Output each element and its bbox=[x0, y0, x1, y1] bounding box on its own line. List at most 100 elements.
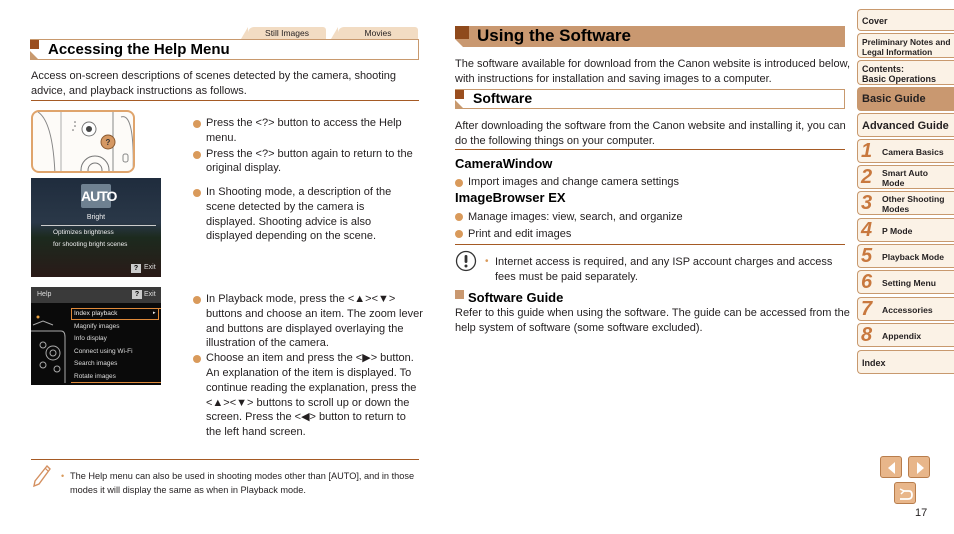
chevron-right-icon: ▸ bbox=[153, 310, 156, 316]
list-item: Choose an item and press the <▶> button.… bbox=[193, 351, 423, 440]
caution-bullet: • bbox=[485, 256, 489, 267]
nav-label: Setting Menu bbox=[882, 278, 936, 288]
nav-label: P Mode bbox=[882, 226, 913, 236]
nav-chapter-4[interactable]: 4 P Mode bbox=[857, 218, 954, 242]
return-icon bbox=[899, 488, 913, 500]
help-intro-text: Access on-screen descriptions of scenes … bbox=[31, 70, 397, 97]
nav-label: Appendix bbox=[882, 331, 922, 341]
tab-still-images: Still Images bbox=[241, 27, 326, 39]
chapter-number: 6 bbox=[861, 271, 873, 293]
nav-chapter-5[interactable]: 5 Playback Mode bbox=[857, 244, 954, 268]
bullet-icon bbox=[193, 355, 201, 364]
chapter-number: 5 bbox=[861, 245, 873, 267]
note-bullet: • bbox=[61, 471, 65, 481]
list-item: Press the <?> button again to return to … bbox=[193, 147, 425, 177]
tab-movies: Movies bbox=[331, 27, 418, 39]
software-intro-text: The software available for download from… bbox=[455, 58, 851, 85]
list-item: Import images and change camera settings bbox=[455, 175, 845, 190]
header-square-icon bbox=[455, 90, 464, 99]
header-square-icon bbox=[30, 40, 39, 49]
step-text: In Playback mode, press the <▲><▼> butto… bbox=[206, 293, 423, 350]
list-item: Manage images: view, search, and organiz… bbox=[455, 209, 845, 226]
page-number: 17 bbox=[915, 507, 928, 519]
nav-advanced-guide[interactable]: Advanced Guide bbox=[857, 113, 954, 137]
app-name-imagebrowser: ImageBrowser EX bbox=[455, 190, 566, 205]
bullet-icon bbox=[193, 296, 201, 304]
caution-text: Internet access is required, and any ISP… bbox=[495, 256, 833, 283]
bullet-icon bbox=[455, 213, 463, 221]
nav-label: Mode bbox=[882, 178, 905, 188]
back-button[interactable] bbox=[894, 482, 916, 504]
step-text: In Shooting mode, a description of the s… bbox=[206, 186, 392, 243]
page-title-software: Using the Software bbox=[477, 26, 631, 45]
bullet-icon bbox=[193, 150, 201, 159]
exit-label: Exit bbox=[144, 264, 156, 271]
chapter-number: 4 bbox=[861, 219, 873, 241]
camera-back-illustration: ? bbox=[31, 110, 135, 173]
next-page-button[interactable] bbox=[908, 456, 930, 478]
subsection-title-software: Software bbox=[473, 90, 533, 106]
nav-chapter-8[interactable]: 8 Appendix bbox=[857, 323, 954, 347]
playback-help-screen: Help ? Exit Index playback ▸ Magnify ima… bbox=[31, 287, 161, 385]
step-text: Press the <?> button again to return to … bbox=[206, 147, 413, 175]
header-corner-icon bbox=[455, 39, 463, 47]
chapter-number: 3 bbox=[861, 192, 873, 214]
nav-label: Cover bbox=[862, 16, 888, 26]
scene-divider bbox=[41, 225, 156, 226]
help-steps-list-2: In Shooting mode, a description of the s… bbox=[193, 185, 393, 244]
nav-chapter-6[interactable]: 6 Setting Menu bbox=[857, 270, 954, 294]
bullet-icon bbox=[193, 189, 201, 197]
nav-contents-basic-ops[interactable]: Contents: Basic Operations bbox=[857, 60, 954, 85]
caution-icon bbox=[455, 250, 477, 272]
help-menu-item[interactable]: Rotate images bbox=[74, 373, 116, 380]
nav-chapter-3[interactable]: 3 Other Shooting Modes bbox=[857, 191, 954, 215]
help-menu-item[interactable]: Info display bbox=[74, 335, 107, 342]
shooting-help-screen: AUTO Bright Optimizes brightness for sho… bbox=[31, 178, 161, 277]
camera-outline-icon bbox=[31, 315, 66, 383]
list-item: Press the <?> button to access the Help … bbox=[193, 116, 425, 146]
nav-chapter-1[interactable]: 1 Camera Basics bbox=[857, 139, 954, 163]
help-menu-item[interactable]: Magnify images bbox=[74, 323, 120, 330]
header-square-icon bbox=[455, 26, 469, 39]
help-screen-title: Help bbox=[37, 291, 52, 298]
step-text: Choose an item and press the <▶> button.… bbox=[206, 352, 417, 439]
nav-label: Other Shooting bbox=[882, 194, 945, 204]
nav-label: Smart Auto bbox=[882, 168, 928, 178]
bullet-icon bbox=[455, 230, 463, 238]
scene-desc-line2: for shooting bright scenes bbox=[53, 241, 128, 248]
nav-label: Camera Basics bbox=[882, 147, 944, 157]
chapter-number: 2 bbox=[861, 166, 873, 188]
nav-label: Legal Information bbox=[862, 47, 933, 57]
subsection-title-software-guide: Software Guide bbox=[468, 290, 564, 305]
nav-label: Advanced Guide bbox=[862, 120, 949, 132]
help-menu-item[interactable]: Search images bbox=[74, 360, 117, 367]
divider bbox=[455, 149, 845, 150]
nav-label: Modes bbox=[882, 204, 910, 214]
software-guide-text: Refer to this guide when using the softw… bbox=[455, 307, 850, 334]
svg-text:?: ? bbox=[106, 138, 111, 147]
chapter-number: 1 bbox=[861, 140, 873, 162]
nav-chapter-7[interactable]: 7 Accessories bbox=[857, 297, 954, 321]
camerawindow-features: Import images and change camera settings bbox=[455, 175, 845, 190]
prev-page-button[interactable] bbox=[880, 456, 902, 478]
help-menu-item[interactable]: Connect using Wi-Fi bbox=[74, 348, 133, 355]
chapter-number: 7 bbox=[861, 298, 873, 320]
nav-label: Basic Operations bbox=[862, 74, 937, 84]
nav-label: Index bbox=[862, 358, 886, 368]
nav-basic-guide[interactable]: Basic Guide bbox=[857, 87, 954, 111]
nav-label: Playback Mode bbox=[882, 252, 945, 262]
nav-index[interactable]: Index bbox=[857, 350, 954, 374]
divider bbox=[31, 100, 419, 101]
nav-label: Contents: bbox=[862, 64, 904, 74]
nav-label: Accessories bbox=[882, 305, 933, 315]
scene-label: Bright bbox=[86, 214, 106, 221]
nav-cover[interactable]: Cover bbox=[857, 9, 954, 31]
software-description: After downloading the software from the … bbox=[455, 120, 846, 147]
arrow-left-icon bbox=[888, 462, 895, 474]
nav-label: Basic Guide bbox=[862, 93, 926, 105]
nav-preliminary-notes[interactable]: Preliminary Notes and Legal Information bbox=[857, 33, 954, 58]
help-menu-item[interactable]: Index playback bbox=[74, 310, 117, 317]
bullet-icon bbox=[455, 179, 463, 187]
nav-chapter-2[interactable]: 2 Smart Auto Mode bbox=[857, 165, 954, 189]
imagebrowser-features: Manage images: view, search, and organiz… bbox=[455, 209, 845, 243]
